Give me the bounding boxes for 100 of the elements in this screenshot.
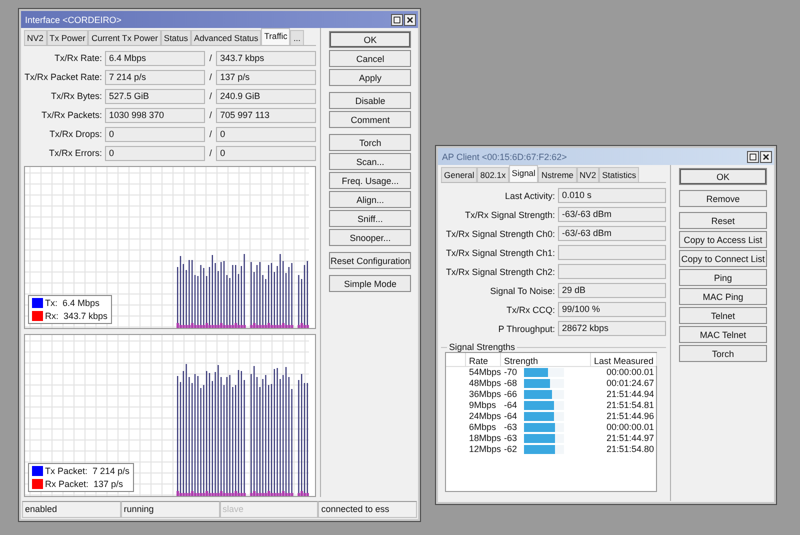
value-field: 0 xyxy=(105,126,205,142)
table-cell-text: -70 xyxy=(504,367,518,378)
tab[interactable]: Tx Power xyxy=(46,30,88,45)
dialog-button[interactable]: Disable xyxy=(329,92,411,109)
field-label: P Throughput: xyxy=(497,324,555,334)
maximize-icon[interactable] xyxy=(747,150,759,162)
table-cell-text: 24Mbps xyxy=(468,411,501,422)
tab[interactable]: Advanced Status xyxy=(191,30,262,45)
tab[interactable]: NV2 xyxy=(24,30,47,45)
table-cell-text: 21:51:44.94 xyxy=(605,389,655,400)
table-cell-text: 54Mbps xyxy=(468,367,501,378)
tab[interactable]: Status xyxy=(160,30,192,45)
column-header[interactable]: Strength xyxy=(501,353,591,366)
dialog-button[interactable]: OK xyxy=(679,168,767,185)
field-label: Tx/Rx Packet Rate: xyxy=(24,72,102,82)
column-header[interactable]: Last Measured xyxy=(591,353,657,366)
table-cell-text: 18Mbps xyxy=(468,433,501,444)
dialog-button[interactable]: Reset Configuration xyxy=(329,252,411,269)
table-cell-text: 12Mbps xyxy=(468,444,501,455)
table-cell-text: -68 xyxy=(504,378,518,389)
separator-text: / xyxy=(208,110,213,120)
dialog-button[interactable]: Cancel xyxy=(329,50,411,67)
tab[interactable]: 802.1x xyxy=(477,167,509,182)
window-title: AP Client <00:15:6D:67:F2:62> xyxy=(442,152,567,162)
dialog-button[interactable]: Sniff... xyxy=(329,210,411,227)
value-field: 1030 998 370 xyxy=(105,108,205,123)
tab[interactable]: Statistics xyxy=(599,167,640,182)
tab[interactable]: Traffic xyxy=(261,28,290,45)
table-cell-text: 6Mbps xyxy=(468,422,498,433)
value-field: 137 p/s xyxy=(216,70,316,85)
column-header[interactable]: Rate xyxy=(466,353,501,366)
window-title: Interface <CORDEIRO> xyxy=(25,14,122,24)
dialog-button[interactable]: Reset xyxy=(679,212,767,229)
value-field: 0 xyxy=(105,146,205,161)
dialog-button[interactable]: MAC Ping xyxy=(679,288,767,305)
tab[interactable]: General xyxy=(441,167,478,182)
legend-text: Rx: 343.7 kbps xyxy=(45,310,108,321)
table-cell-text: 36Mbps xyxy=(468,389,501,400)
dialog-button[interactable]: Apply xyxy=(329,69,411,86)
table-cell-text: 21:51:54.80 xyxy=(605,444,655,455)
dialog-button[interactable]: MAC Telnet xyxy=(679,326,767,343)
separator-text: / xyxy=(208,53,213,64)
table-cell-text: 21:51:54.81 xyxy=(605,400,655,411)
field-label: Last Activity: xyxy=(504,190,555,200)
close-icon[interactable] xyxy=(760,150,772,162)
dialog-button[interactable]: Simple Mode xyxy=(329,275,411,292)
dialog-button[interactable]: OK xyxy=(329,31,411,48)
value-field: 343.7 kbps xyxy=(216,50,316,66)
dialog-button[interactable]: Telnet xyxy=(679,307,767,324)
table-cell-text: 21:51:44.96 xyxy=(605,411,655,422)
legend-text: Tx Packet: 7 214 p/s xyxy=(45,466,130,476)
dialog-button[interactable]: Torch xyxy=(329,134,411,151)
tab[interactable]: Current Tx Power xyxy=(88,30,161,45)
status-cell: running xyxy=(120,501,220,518)
value-field: 99/100 % xyxy=(558,302,666,317)
table-cell-text: 00:01:24.67 xyxy=(605,378,655,389)
tab[interactable]: NV2 xyxy=(576,167,600,182)
dialog-button[interactable]: Freq. Usage... xyxy=(329,172,411,189)
field-label: Tx/Rx Packets: xyxy=(40,110,102,120)
maximize-icon[interactable] xyxy=(391,14,403,26)
table-cell-text: -64 xyxy=(504,411,518,422)
dialog-button[interactable]: Remove xyxy=(679,190,767,207)
table-cell-text: 21:51:44.97 xyxy=(605,433,655,444)
field-label: Tx/Rx CCQ: xyxy=(506,304,555,314)
table-cell-text: 00:00:00.01 xyxy=(605,422,655,433)
table-cell-text: -64 xyxy=(504,400,518,411)
close-icon[interactable] xyxy=(404,14,416,26)
dialog-button[interactable]: Align... xyxy=(329,191,411,208)
tab[interactable]: ... xyxy=(290,30,304,45)
table-cell-text: -63 xyxy=(504,422,518,433)
tab[interactable]: Signal xyxy=(508,165,538,182)
value-field: 29 dB xyxy=(558,283,666,298)
dialog-button[interactable]: Comment xyxy=(329,111,411,128)
field-label: Tx/Rx Signal Strength Ch0: xyxy=(444,228,555,238)
tab[interactable]: Nstreme xyxy=(538,167,577,182)
table-cell-text: -62 xyxy=(504,444,518,455)
value-field: 0 xyxy=(216,146,316,161)
separator-text: / xyxy=(208,72,213,82)
field-label: Tx/Rx Bytes: xyxy=(50,91,102,102)
field-label: Tx/Rx Signal Strength Ch2: xyxy=(444,266,555,276)
value-field: 0 xyxy=(216,126,316,142)
legend-text: Tx: 6.4 Mbps xyxy=(45,298,100,308)
field-label: Tx/Rx Errors: xyxy=(48,148,102,158)
dialog-button[interactable]: Ping xyxy=(679,269,767,286)
table-cell-text: 48Mbps xyxy=(468,378,501,389)
value-field: 527.5 GiB xyxy=(105,88,205,104)
separator-text: / xyxy=(208,91,213,102)
status-cell: connected to ess xyxy=(318,501,417,518)
legend-text: Rx Packet: 137 p/s xyxy=(45,479,124,489)
status-cell: slave xyxy=(220,501,318,518)
dialog-button[interactable]: Scan... xyxy=(329,153,411,170)
field-label: Tx/Rx Rate: xyxy=(53,53,102,64)
dialog-button[interactable]: Torch xyxy=(679,345,767,362)
value-field: -63/-63 dBm xyxy=(558,207,666,222)
dialog-button[interactable]: Copy to Access List xyxy=(679,231,767,248)
table-cell-text: 00:00:00.01 xyxy=(605,367,655,378)
separator-text: / xyxy=(208,129,213,140)
dialog-button[interactable]: Snooper... xyxy=(329,229,411,246)
table-cell-text: 9Mbps xyxy=(468,400,498,411)
dialog-button[interactable]: Copy to Connect List xyxy=(679,250,767,267)
